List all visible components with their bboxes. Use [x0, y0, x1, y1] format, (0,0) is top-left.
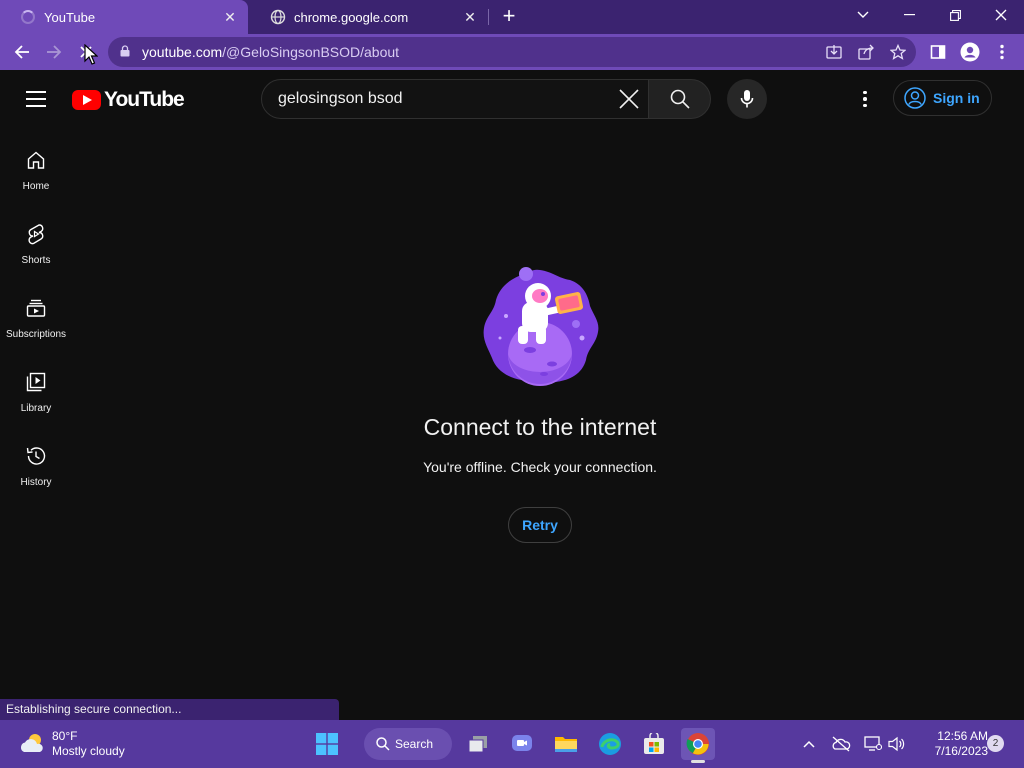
- search-button[interactable]: [648, 79, 711, 119]
- chrome-taskbar-icon[interactable]: [681, 728, 715, 763]
- youtube-header: YouTube gelosingson bsod Sign in: [0, 70, 1024, 128]
- tab-title: chrome.google.com: [294, 9, 409, 25]
- youtube-play-icon: [72, 90, 101, 110]
- url-text: youtube.com/@GeloSingsonBSOD/about: [142, 37, 399, 67]
- volume-icon[interactable]: [885, 732, 909, 756]
- windows-taskbar: 80°F Mostly cloudy Search 12:56 AM 7/16/…: [0, 720, 1024, 768]
- clear-search-icon[interactable]: [616, 86, 642, 112]
- guide-menu-icon[interactable]: [26, 91, 46, 107]
- sidebar-item-shorts[interactable]: Shorts: [4, 202, 68, 270]
- sign-in-button[interactable]: Sign in: [893, 80, 992, 116]
- browser-toolbar: youtube.com/@GeloSingsonBSOD/about: [0, 34, 1024, 70]
- side-panel-icon[interactable]: [926, 40, 950, 64]
- microphone-icon: [740, 90, 754, 108]
- globe-icon: [270, 9, 286, 25]
- search-icon: [376, 737, 390, 751]
- sidebar-item-library[interactable]: Library: [4, 350, 68, 418]
- loading-spinner-icon: [20, 9, 36, 25]
- minimize-button[interactable]: [886, 0, 932, 30]
- new-tab-button[interactable]: +: [497, 5, 521, 29]
- chrome-menu-icon[interactable]: [990, 40, 1014, 64]
- install-app-icon[interactable]: [824, 42, 844, 62]
- task-view-icon[interactable]: [462, 728, 494, 760]
- tab-strip: YouTube ✕ chrome.google.com ✕ +: [0, 0, 1024, 34]
- home-icon: [24, 148, 48, 172]
- youtube-logo-text: YouTube: [104, 88, 185, 111]
- offline-description: You're offline. Check your connection.: [423, 459, 657, 475]
- shorts-icon: [24, 222, 48, 246]
- sidebar-item-history[interactable]: History: [4, 424, 68, 492]
- screen: YouTube ✕ chrome.google.com ✕ + youtube.…: [0, 0, 1024, 768]
- weather-widget[interactable]: 80°F Mostly cloudy: [18, 729, 125, 759]
- sidebar-item-home[interactable]: Home: [4, 128, 68, 196]
- sidebar-item-label: Home: [22, 181, 50, 192]
- onedrive-offline-icon[interactable]: [829, 732, 853, 756]
- mouse-cursor-icon: [84, 44, 98, 65]
- clock-date: 7/16/2023: [934, 744, 988, 758]
- sidebar-item-label: Subscriptions: [5, 329, 67, 340]
- search-icon: [670, 89, 690, 109]
- voice-search-button[interactable]: [727, 79, 767, 119]
- settings-menu-icon[interactable]: [853, 87, 877, 111]
- address-bar[interactable]: youtube.com/@GeloSingsonBSOD/about: [108, 37, 916, 67]
- account-circle-icon: [904, 87, 926, 109]
- windows-logo-icon: [316, 733, 338, 755]
- sidebar-item-subscriptions[interactable]: Subscriptions: [4, 276, 68, 344]
- sidebar-item-label: Shorts: [21, 255, 51, 266]
- taskbar-search-label: Search: [395, 737, 434, 751]
- sign-in-label: Sign in: [933, 90, 980, 106]
- offline-title: Connect to the internet: [423, 414, 657, 440]
- tab-title: YouTube: [44, 9, 96, 25]
- tab-youtube[interactable]: YouTube ✕: [0, 0, 248, 34]
- sidebar-item-label: History: [20, 477, 52, 488]
- weather-temperature: 80°F: [52, 729, 78, 743]
- search-input[interactable]: gelosingson bsod: [261, 79, 649, 119]
- library-icon: [24, 370, 48, 394]
- restore-button[interactable]: [932, 0, 978, 30]
- microsoft-store-icon[interactable]: [638, 728, 670, 760]
- offline-message: Connect to the internet You're offline. …: [340, 264, 740, 543]
- weather-description: Mostly cloudy: [52, 744, 125, 758]
- youtube-logo[interactable]: YouTube: [72, 88, 185, 112]
- share-icon[interactable]: [856, 42, 876, 62]
- file-explorer-icon[interactable]: [550, 728, 582, 760]
- astronaut-illustration: [478, 264, 602, 388]
- tab-search-chevron-icon[interactable]: [840, 0, 886, 30]
- browser-status-bar: Establishing secure connection...: [0, 699, 339, 720]
- subscriptions-icon: [24, 296, 48, 320]
- history-icon: [24, 444, 48, 468]
- close-window-button[interactable]: [978, 0, 1024, 30]
- lock-icon[interactable]: [120, 45, 130, 57]
- cloudy-weather-icon: [20, 734, 43, 752]
- tab-divider: [488, 9, 489, 25]
- taskbar-clock[interactable]: 12:56 AM 7/16/2023: [914, 729, 988, 759]
- close-tab-icon[interactable]: ✕: [458, 5, 482, 29]
- search-bar: gelosingson bsod: [261, 79, 711, 119]
- forward-button[interactable]: [40, 38, 68, 66]
- back-button[interactable]: [8, 38, 36, 66]
- notification-badge[interactable]: 2: [987, 735, 1004, 752]
- sidebar-item-label: Library: [20, 403, 52, 414]
- bookmark-star-icon[interactable]: [888, 42, 908, 62]
- network-icon[interactable]: [861, 732, 885, 756]
- show-hidden-icons-chevron-icon[interactable]: [797, 732, 821, 756]
- start-button[interactable]: [311, 728, 343, 760]
- profile-icon[interactable]: [958, 40, 982, 64]
- close-tab-icon[interactable]: ✕: [218, 5, 242, 29]
- url-host: youtube.com: [142, 44, 223, 60]
- taskbar-search-button[interactable]: Search: [364, 728, 452, 760]
- tab-chrome-google[interactable]: chrome.google.com ✕: [250, 0, 488, 34]
- url-path: /@GeloSingsonBSOD/about: [222, 44, 400, 60]
- edge-browser-icon[interactable]: [594, 728, 626, 760]
- teams-chat-icon[interactable]: [506, 728, 538, 760]
- search-query: gelosingson bsod: [278, 90, 403, 107]
- retry-button[interactable]: Retry: [508, 507, 572, 543]
- clock-time: 12:56 AM: [937, 729, 988, 743]
